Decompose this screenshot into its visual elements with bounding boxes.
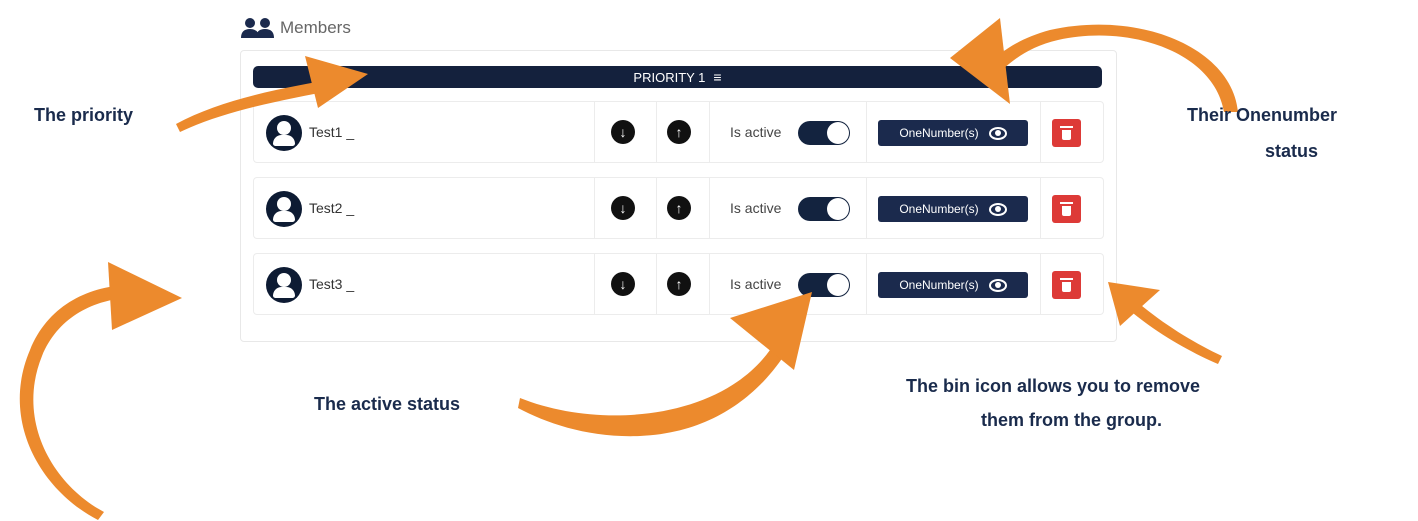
bin-annotation-line2: them from the group.	[981, 410, 1162, 430]
annotation-arrows	[19, 18, 1238, 520]
onenumber-arrow	[990, 24, 1238, 112]
priority-arrowhead	[305, 56, 368, 108]
onenumber-arrowhead	[950, 18, 1010, 104]
priority-annotation: The priority	[34, 105, 134, 125]
loop-arrowhead	[108, 262, 182, 330]
onenumber-annotation-line2: status	[1265, 141, 1319, 161]
active-annotation: The active status	[314, 394, 461, 414]
onenumber-annotation-line1: Their Onenumber	[1187, 105, 1338, 125]
bin-annotation-line1: The bin icon allows you to remove	[906, 376, 1201, 396]
